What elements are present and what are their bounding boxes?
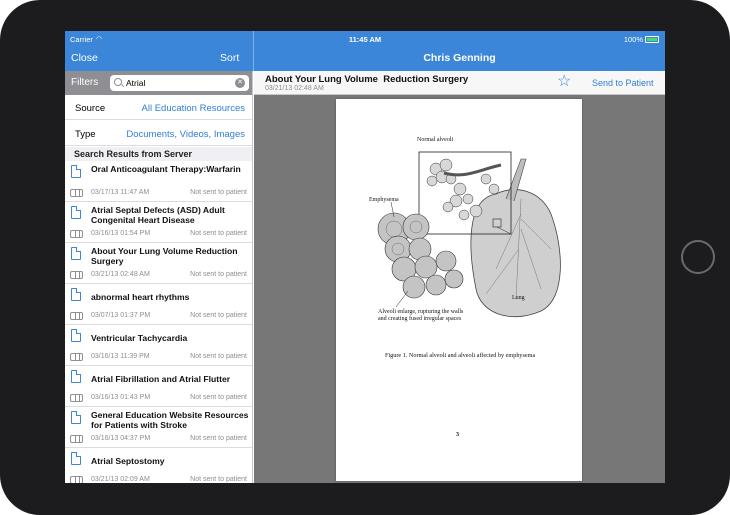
result-date: 03/07/13 01:37 PM [91, 312, 151, 319]
list-item[interactable]: About Your Lung Volume Reduction Surgery… [65, 243, 252, 284]
share-icon [70, 435, 83, 443]
result-title: About Your Lung Volume Reduction Surgery [91, 246, 238, 266]
document-icon [71, 411, 81, 424]
list-item[interactable]: General Education Website Resources for … [65, 407, 252, 448]
result-date: 03/16/13 04:37 PM [91, 435, 151, 442]
source-label: Source [75, 103, 106, 114]
list-item[interactable]: Atrial Septal Defects (ASD) Adult Congen… [65, 202, 252, 243]
list-item[interactable]: Atrial Fibrillation and Atrial Flutter 0… [65, 366, 252, 407]
result-date: 03/21/13 02:48 AM [91, 271, 150, 278]
send-to-patient-button[interactable]: Send to Patient [592, 78, 654, 88]
label-emphysema: Emphysema [369, 197, 399, 203]
result-status: Not sent to patient [190, 312, 247, 319]
status-bar: Carrier ◠ 11:45 AM 100% [65, 31, 665, 47]
result-title: Atrial Septostomy [91, 456, 165, 466]
result-date: 03/16/13 01:54 PM [91, 230, 151, 237]
result-title: Atrial Fibrillation and Atrial Flutter [91, 374, 231, 384]
sort-button[interactable]: Sort [220, 52, 239, 64]
nav-bar: Close Sort Chris Genning [65, 31, 665, 71]
result-status: Not sent to patient [190, 353, 247, 360]
patient-name-title: Chris Genning [423, 52, 496, 64]
result-title: abnormal heart rhythms [91, 292, 190, 302]
result-title: General Education Website Resources for … [91, 410, 249, 430]
label-lung: Lung [512, 295, 525, 301]
share-icon [70, 353, 83, 361]
home-button[interactable] [681, 240, 715, 274]
result-list: Oral Anticoagulant Therapy:Warfarin 03/1… [65, 161, 252, 483]
list-item[interactable]: Ventricular Tachycardia 03/16/13 11:39 P… [65, 325, 252, 366]
nav-divider [253, 31, 254, 71]
share-icon [70, 476, 83, 483]
results-header-label: Search Results from Server [74, 149, 193, 159]
page-number: 3 [456, 432, 459, 438]
list-item[interactable]: abnormal heart rhythms 03/07/13 01:37 PM… [65, 284, 252, 325]
screen: Carrier ◠ 11:45 AM 100% Close Sort Chris… [65, 31, 665, 483]
close-button[interactable]: Close [71, 52, 98, 64]
search-input[interactable] [126, 77, 230, 89]
document-header: About Your Lung Volume Reduction Surgery… [254, 71, 665, 95]
list-item[interactable]: Oral Anticoagulant Therapy:Warfarin 03/1… [65, 161, 252, 202]
search-icon [114, 78, 122, 86]
document-viewer: About Your Lung Volume Reduction Surgery… [254, 71, 665, 483]
source-filter-row[interactable]: Source All Education Resources [65, 95, 252, 120]
filters-button[interactable]: Filters [71, 77, 98, 88]
type-value[interactable]: Documents, Videos, Images [126, 129, 245, 140]
label-normal-alveoli: Normal alveoli [417, 137, 454, 143]
document-icon [71, 206, 81, 219]
result-status: Not sent to patient [190, 435, 247, 442]
share-icon [70, 394, 83, 402]
list-item[interactable]: Atrial Septostomy 03/21/13 02:09 AM Not … [65, 448, 252, 483]
result-title: Atrial Septal Defects (ASD) Adult Congen… [91, 205, 225, 225]
filter-bar: Filters ✕ [65, 71, 252, 95]
share-icon [70, 271, 83, 279]
status-time: 11:45 AM [348, 35, 382, 44]
document-icon [71, 452, 81, 465]
result-title: Ventricular Tachycardia [91, 333, 188, 343]
type-label: Type [75, 129, 96, 140]
document-icon [71, 247, 81, 260]
document-icon [71, 329, 81, 342]
search-box: ✕ [110, 75, 249, 91]
result-status: Not sent to patient [190, 271, 247, 278]
result-status: Not sent to patient [190, 230, 247, 237]
document-icon [71, 165, 81, 178]
result-status: Not sent to patient [190, 394, 247, 401]
source-value[interactable]: All Education Resources [142, 103, 246, 114]
document-icon [71, 288, 81, 301]
result-date: 03/17/13 11:47 AM [91, 189, 150, 196]
result-date: 03/21/13 02:09 AM [91, 476, 150, 483]
figure-caption: Figure 1. Normal alveoli and alveoli aff… [385, 352, 536, 359]
document-page[interactable]: Normal alveoli Emphysema Lung Alveoli en… [336, 99, 582, 481]
document-icon [71, 370, 81, 383]
results-section-header: Search Results from Server [65, 147, 252, 161]
share-icon [70, 189, 83, 197]
result-title: Oral Anticoagulant Therapy:Warfarin [91, 164, 241, 174]
type-filter-row[interactable]: Type Documents, Videos, Images [65, 121, 252, 146]
result-date: 03/16/13 01:43 PM [91, 394, 151, 401]
document-title: About Your Lung Volume Reduction Surgery [265, 74, 469, 85]
share-icon [70, 230, 83, 238]
ipad-frame: Carrier ◠ 11:45 AM 100% Close Sort Chris… [0, 0, 730, 515]
result-status: Not sent to patient [190, 189, 247, 196]
battery-percent: 100% [623, 35, 643, 44]
star-icon[interactable]: ☆ [557, 74, 571, 90]
lung-illustration [377, 151, 561, 318]
document-date: 03/21/13 02:48 AM [265, 85, 324, 92]
battery-icon [645, 36, 659, 43]
result-status: Not sent to patient [190, 476, 247, 483]
clear-icon[interactable]: ✕ [235, 78, 245, 88]
result-date: 03/16/13 11:39 PM [91, 353, 150, 360]
label-alveoli-enlarge: Alveoli enlarge, rupturing the walls and… [378, 309, 464, 322]
sidebar: Filters ✕ Source All Education Resources… [65, 71, 253, 483]
share-icon [70, 312, 83, 320]
